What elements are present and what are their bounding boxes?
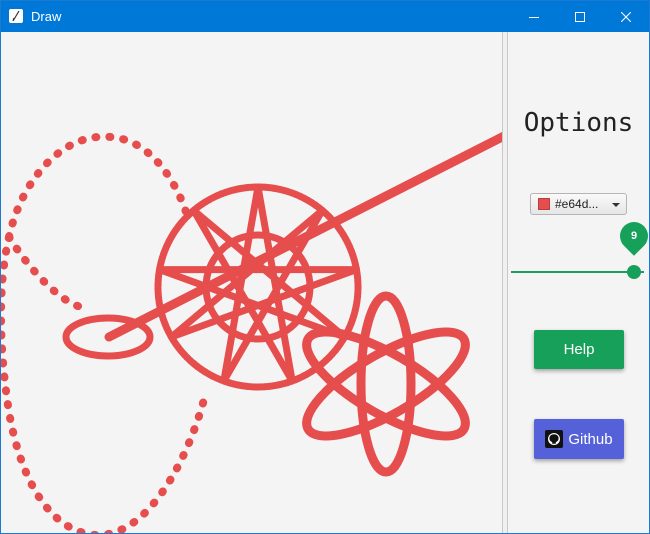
maximize-button[interactable] [557,1,603,32]
app-icon [9,9,23,23]
help-button-label: Help [563,341,595,358]
color-picker-label: #e64d... [555,197,599,211]
color-swatch [538,198,550,210]
minimize-button[interactable] [511,1,557,32]
options-title: Options [523,108,634,138]
window-title: Draw [31,9,62,24]
help-button[interactable]: Help [534,330,624,369]
drawing-canvas[interactable] [1,32,502,533]
size-slider-thumb[interactable] [627,265,641,279]
close-button[interactable] [603,1,649,32]
title-bar[interactable]: Draw [1,1,649,32]
close-icon [621,11,631,22]
drawing-strokes [1,131,502,533]
minimize-icon [529,16,539,18]
github-icon [545,430,564,448]
atom-stroke [302,291,470,477]
github-button[interactable]: Github [534,419,624,459]
dotted-inner-stroke [5,233,85,311]
color-picker[interactable]: #e64d... [530,193,627,215]
slider-value-label: 9 [630,230,638,242]
dropdown-arrow-icon [612,203,620,207]
github-button-label: Github [568,430,613,448]
maximize-icon [575,11,585,22]
options-panel: Options #e64d... 9 Help Github [508,32,650,533]
app-window: Draw Options #e64d... 9 Help Github [0,0,650,534]
spirograph-star-stroke [154,183,362,391]
size-slider-track[interactable] [511,271,644,273]
